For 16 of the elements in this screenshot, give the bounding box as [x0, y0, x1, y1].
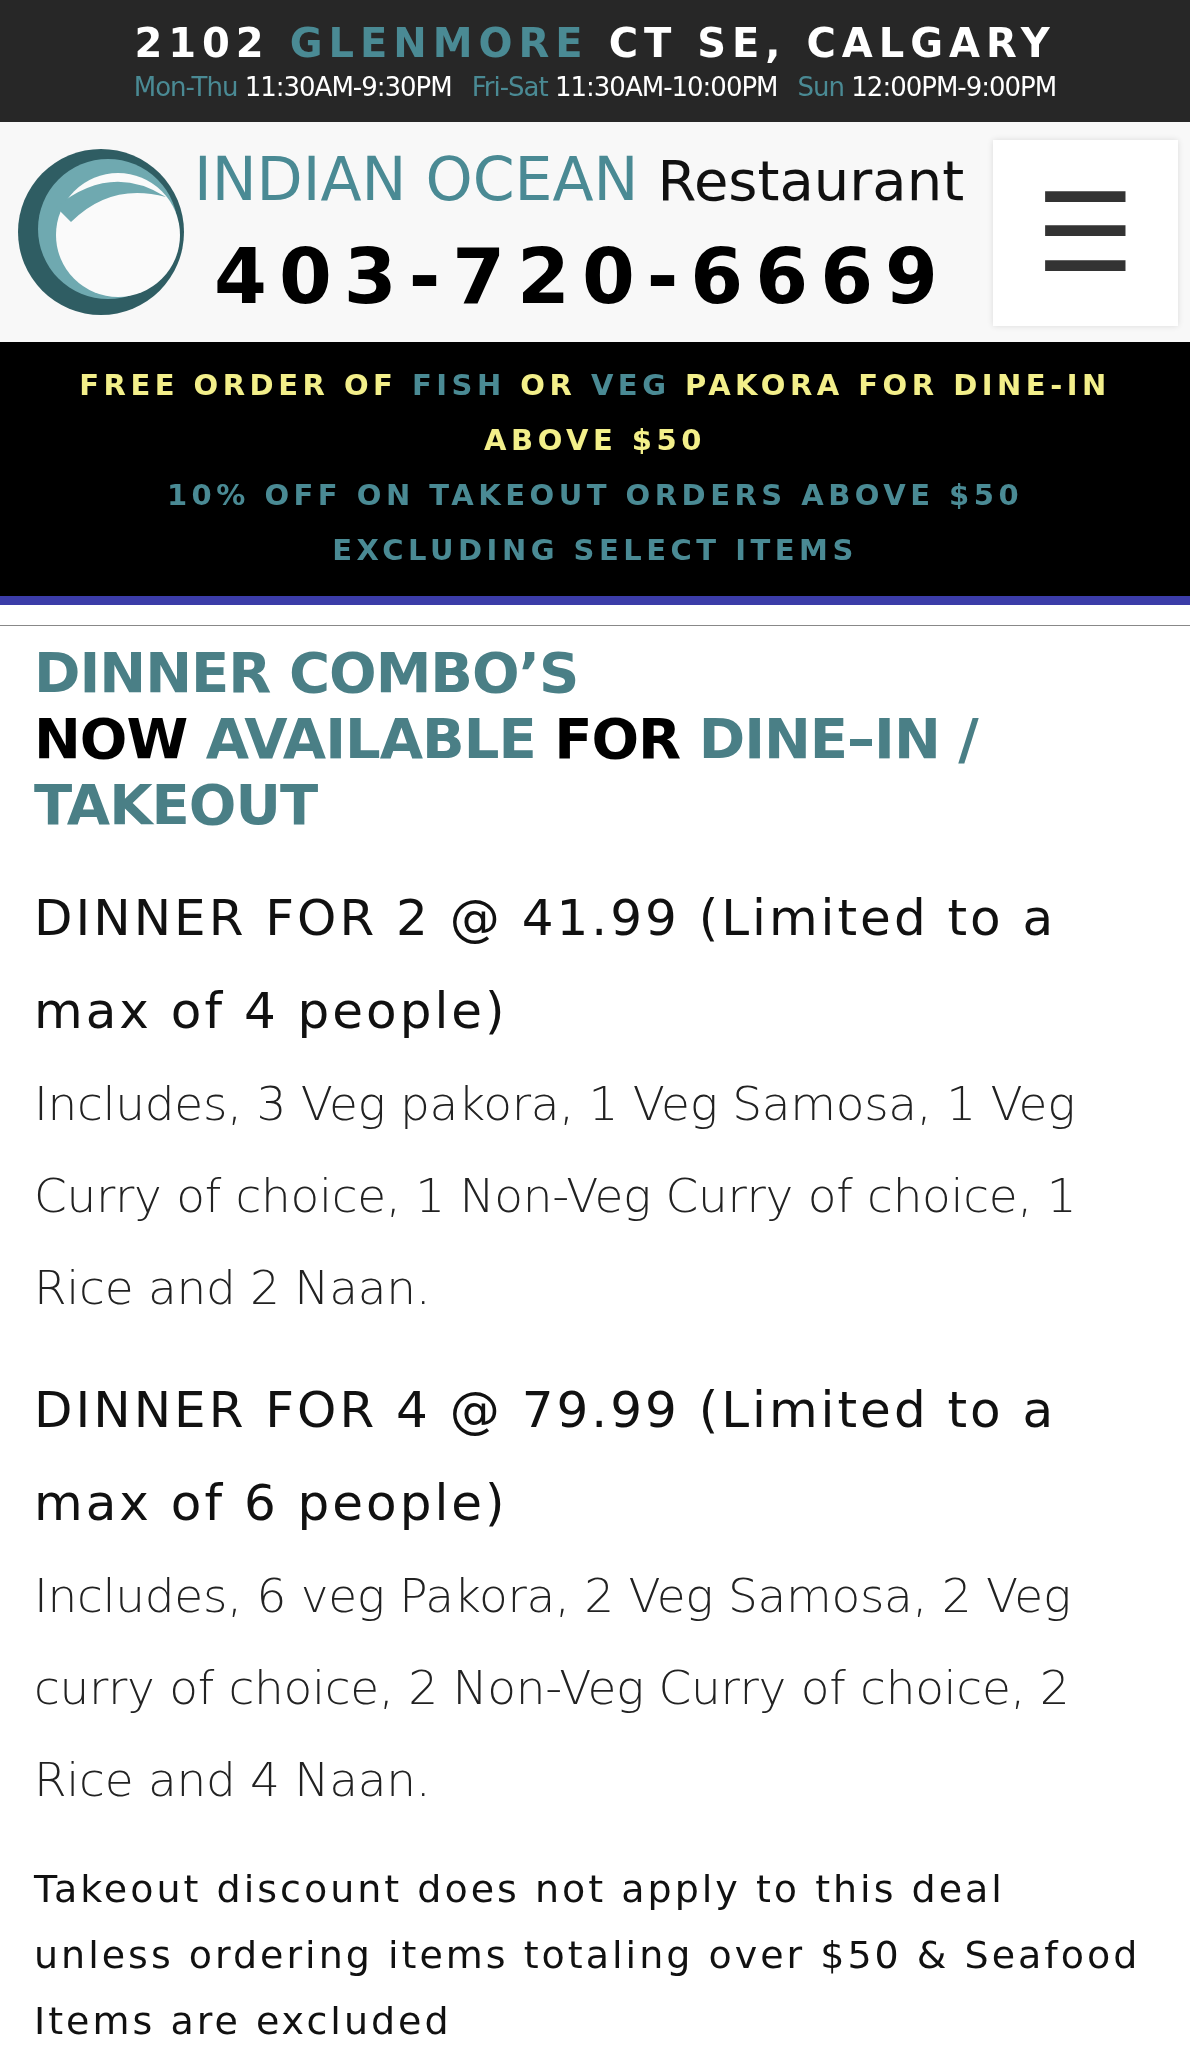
offer-description: Includes, 3 Veg pakora, 1 Veg Samosa, 1 Veg Curry of choice, 1 Non-Veg Curry of choice, 1 Rice and 2 Naan. — [34, 1075, 1078, 1317]
hours-text: Sun 12:00PM-9:00PM — [797, 72, 1057, 102]
promo-text: FREE ORDER OF FISH OR VEG PAKORA FOR DINE-IN ABOVE $50 — [78, 367, 1112, 459]
hours-text: Fri-Sat 11:30AM-10:00PM — [471, 72, 778, 102]
offer-title: DINNER FOR 2 @ 41.99 (Limited to a max of 4 people) — [34, 888, 1058, 1042]
promo-text: 10% OFF ON TAKEOUT ORDERS ABOVE $50 EXCLUDING SELECT ITEMS — [165, 477, 1025, 569]
note-text: Takeout discount does not apply to this deal unless ordering items totaling over $50 & Seafood Items are excluded — [34, 1866, 1142, 2045]
menu-button[interactable]: ☰ — [993, 140, 1178, 326]
section-heading: DINNER COMBO’S NOW AVAILABLE FOR DINE–IN / TAKEOUT — [34, 640, 980, 838]
phone-link[interactable]: 403-720-6669 — [214, 231, 965, 321]
offer-title: DINNER FOR 4 @ 79.99 (Limited to a max of 6 people) — [34, 1380, 1058, 1534]
offer-description: Includes, 6 veg Pakora, 2 Veg Samosa, 2 Veg curry of choice, 2 Non-Veg Curry of choice, 2 Rice and 4 Naan. — [34, 1567, 1072, 1809]
brand-name: INDIAN OCEAN Restaurant — [194, 143, 965, 214]
address-text: 2102 GLENMORE CT SE, CALGARY — [134, 20, 1056, 66]
hours-text: Mon-Thu 11:30AM-9:30PM — [133, 72, 452, 102]
wave-logo-icon — [16, 147, 186, 317]
